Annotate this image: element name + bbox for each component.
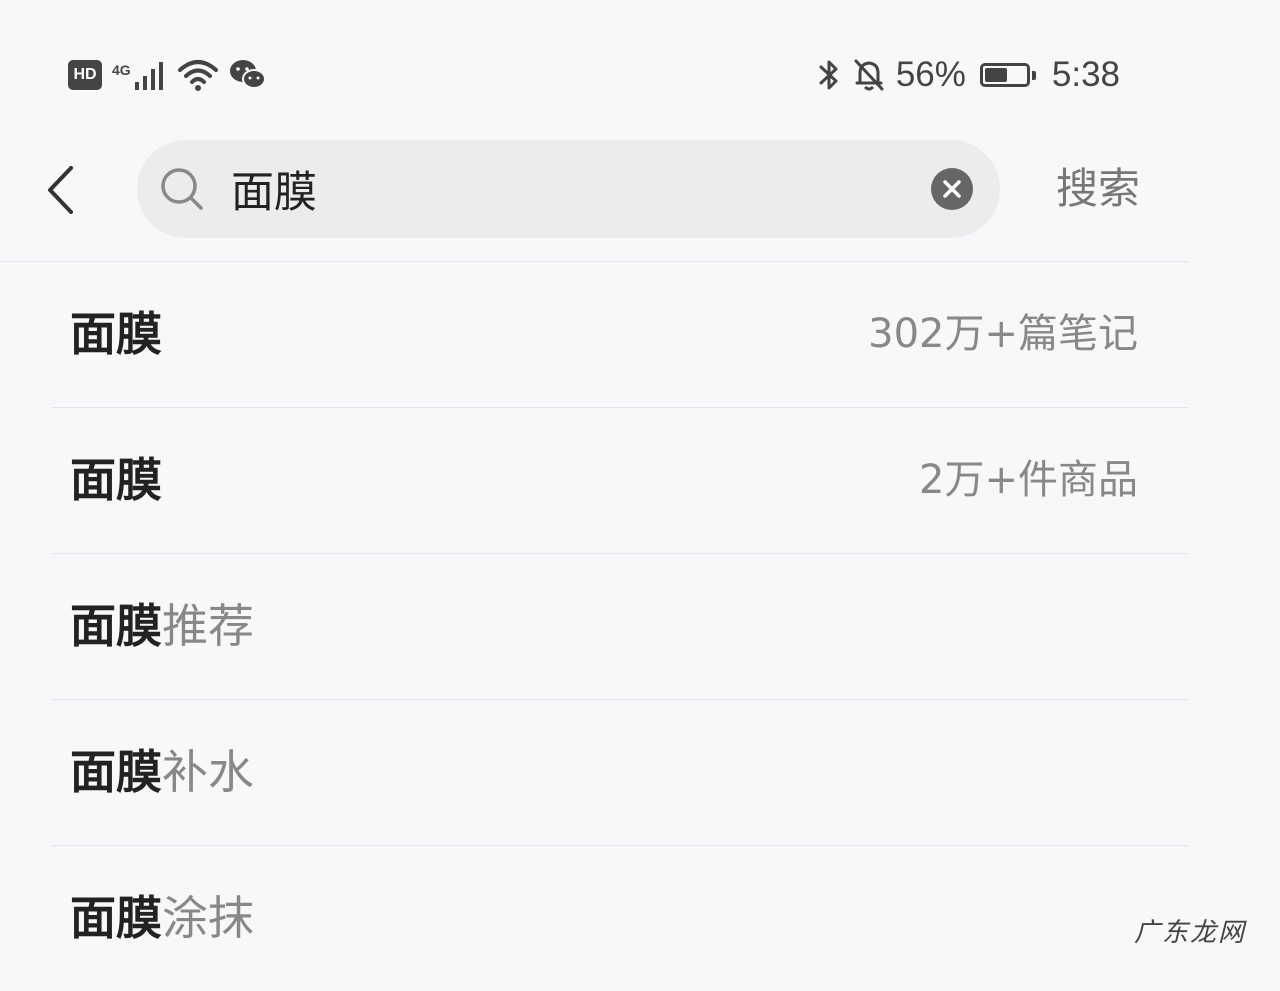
network-type: 4G [112,62,131,78]
search-button[interactable]: 搜索 [1056,160,1140,218]
status-bar-right: 56% 5:38 [816,52,1120,98]
suggestion-match: 面膜 [70,891,162,945]
suggestion-item[interactable]: 面膜 2万+件商品 [52,408,1188,554]
suggestion-item[interactable]: 面膜涂抹 [52,846,1188,991]
signal-icon [134,62,163,90]
suggestion-match: 面膜 [70,599,162,653]
suggestion-text: 面膜涂抹 [70,888,254,948]
suggestion-count: 302万+篇笔记 [868,311,1138,357]
suggestion-match: 面膜 [70,453,162,507]
cell-signal: 4G [112,60,167,90]
wechat-icon [229,60,266,89]
suggestion-match: 面膜 [70,745,162,799]
suggestion-match: 面膜 [70,307,162,361]
wifi-icon [177,60,218,91]
suggestion-item[interactable]: 面膜补水 [52,700,1188,846]
search-input[interactable] [231,159,911,219]
battery-fill [984,68,1008,82]
search-box[interactable] [137,140,1000,238]
suggestion-item[interactable]: 面膜推荐 [52,554,1188,700]
clock: 5:38 [1051,55,1120,94]
battery-percent: 56% [895,55,966,94]
search-icon [161,168,203,210]
bluetooth-icon [819,60,838,90]
suggestion-text: 面膜补水 [70,742,254,802]
clear-button[interactable] [931,168,973,210]
suggestion-list: 面膜 302万+篇笔记 面膜 2万+件商品 面膜推荐 面膜补水 面膜涂抹 [52,262,1188,991]
status-bar: HD 4G 56% 5:38 [0,0,1280,140]
battery-icon [976,63,1036,87]
hd-badge: HD [68,60,102,90]
suggestion-text: 面膜推荐 [70,596,254,656]
close-icon [943,180,961,198]
back-button[interactable] [36,160,84,220]
suggestion-text: 面膜 [70,304,162,364]
suggestion-rest: 涂抹 [162,891,254,945]
status-bar-left: HD 4G [68,52,267,98]
suggestion-rest: 补水 [162,745,254,799]
bell-muted-icon [854,59,884,91]
chevron-left-icon [48,166,73,214]
search-header: 搜索 [0,140,1188,262]
suggestion-text: 面膜 [70,450,162,510]
suggestion-item[interactable]: 面膜 302万+篇笔记 [52,262,1188,408]
suggestion-count: 2万+件商品 [919,457,1138,503]
watermark: 广东龙网 [1133,918,1246,948]
suggestion-rest: 推荐 [162,599,254,653]
